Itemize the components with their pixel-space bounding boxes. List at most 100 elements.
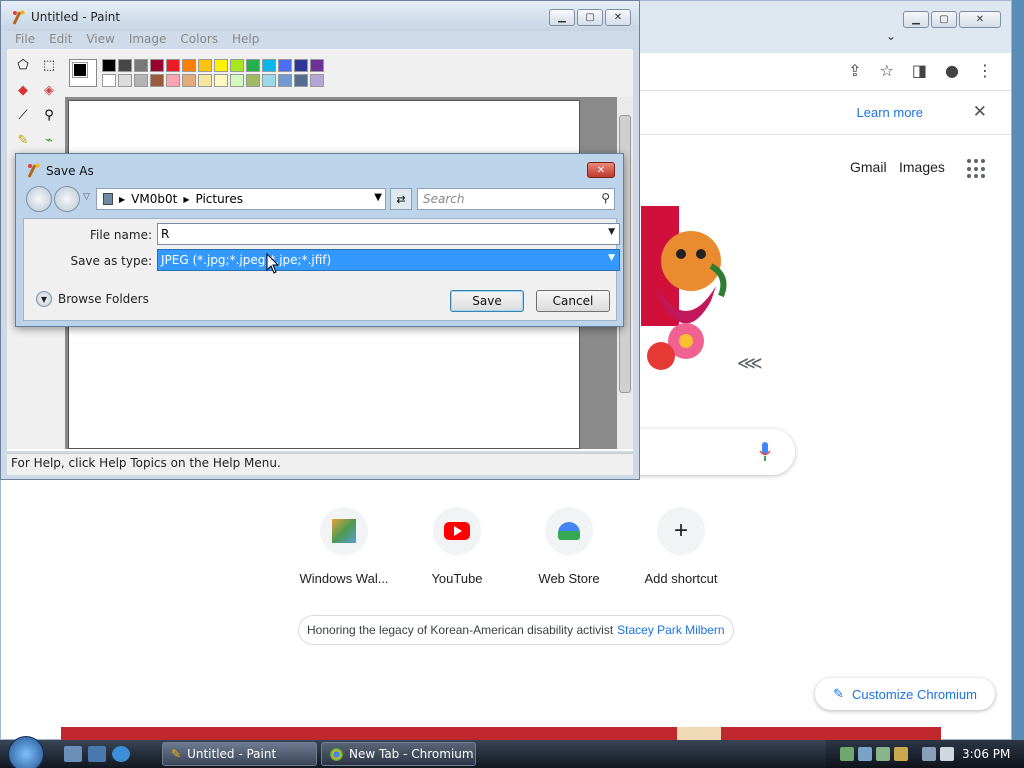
shortcut-youtube[interactable]: YouTube (402, 507, 512, 586)
clock[interactable]: 3:06 PM (962, 747, 1010, 761)
doodle-caption-link[interactable]: Stacey Park Milbern (617, 623, 724, 637)
profile-avatar-icon[interactable]: ● (945, 61, 959, 80)
doodle-share-icon[interactable]: ⋘ (737, 353, 763, 374)
pencil-icon[interactable]: ✎ (13, 130, 33, 150)
palette-swatch[interactable] (230, 59, 244, 72)
paint-maximize-button[interactable]: ▢ (577, 9, 603, 26)
palette-swatch[interactable] (310, 59, 324, 72)
magnifier-icon[interactable]: ⚲ (39, 105, 59, 125)
palette-swatch[interactable] (102, 74, 116, 87)
palette-swatch[interactable] (246, 74, 260, 87)
share-page-icon[interactable]: ⇪ (848, 61, 861, 80)
save-type-dropdown-icon[interactable]: ▼ (608, 253, 615, 263)
chromium-minimize-button[interactable]: ▁ (903, 11, 929, 28)
learn-more-link[interactable]: Learn more (857, 105, 923, 120)
palette-swatch[interactable] (214, 59, 228, 72)
tray-safely-remove-icon[interactable] (876, 747, 890, 761)
paint-close-button[interactable]: ✕ (605, 9, 631, 26)
rect-select-icon[interactable]: ⬚ (39, 55, 59, 75)
palette-swatch[interactable] (262, 59, 276, 72)
internet-explorer-icon[interactable] (112, 746, 130, 762)
palette-swatch[interactable] (230, 74, 244, 87)
tray-display-icon[interactable] (858, 747, 872, 761)
tray-monitor-icon[interactable] (922, 747, 936, 761)
chromium-close-button[interactable]: ✕ (959, 11, 1001, 28)
address-bar[interactable]: ▶ VM0b0t ▶ Pictures ▼ (96, 188, 386, 210)
palette-swatch[interactable] (102, 59, 116, 72)
address-dropdown-icon[interactable]: ▼ (374, 192, 382, 203)
customize-chromium-button[interactable]: ✎ Customize Chromium (815, 678, 995, 710)
tab-search-chevron-icon[interactable]: ⌄ (886, 29, 896, 43)
palette-swatch[interactable] (150, 74, 164, 87)
search-box[interactable] (637, 429, 795, 475)
breadcrumb-pictures[interactable]: Pictures (195, 192, 243, 206)
palette-swatch[interactable] (182, 74, 196, 87)
images-link[interactable]: Images (899, 159, 945, 175)
palette-swatch[interactable] (166, 74, 180, 87)
switch-windows-icon[interactable] (88, 746, 106, 762)
tray-volume-muted-icon[interactable] (940, 747, 954, 761)
eraser-icon[interactable]: ◆ (13, 80, 33, 100)
menu-edit[interactable]: Edit (49, 31, 72, 49)
gmail-link[interactable]: Gmail (850, 159, 887, 175)
brush-icon[interactable]: ⌁ (39, 130, 59, 150)
browse-folders-toggle[interactable]: ▼ Browse Folders (36, 291, 149, 307)
menu-colors[interactable]: Colors (180, 31, 218, 49)
free-select-icon[interactable]: ⬠ (13, 55, 33, 75)
palette-swatch[interactable] (294, 74, 308, 87)
palette-swatch[interactable] (118, 59, 132, 72)
palette-swatch[interactable] (134, 59, 148, 72)
palette-swatch[interactable] (262, 74, 276, 87)
menu-kebab-icon[interactable]: ⋮ (977, 61, 993, 80)
file-name-input[interactable]: R ▼ (157, 223, 620, 245)
palette-swatch[interactable] (118, 74, 132, 87)
palette-swatch[interactable] (198, 74, 212, 87)
palette-swatch[interactable] (166, 59, 180, 72)
recent-pages-chevron-icon[interactable]: ▽ (83, 192, 90, 202)
refresh-icon[interactable]: ⇄ (390, 188, 412, 210)
palette-swatch[interactable] (214, 74, 228, 87)
palette-swatch[interactable] (198, 59, 212, 72)
color-picker-icon[interactable]: ⟋ (13, 105, 33, 125)
save-type-select[interactable]: JPEG (*.jpg;*.jpeg;*.jpe;*.jfif) ▼ (157, 249, 620, 271)
start-button[interactable] (8, 736, 44, 768)
shortcut-add[interactable]: + Add shortcut (626, 507, 736, 586)
infobar-close-icon[interactable]: ✕ (973, 102, 987, 122)
breadcrumb-vm0b0t[interactable]: VM0b0t (131, 192, 177, 206)
palette-swatch[interactable] (182, 59, 196, 72)
doodle-tiger-image[interactable] (641, 206, 731, 381)
bookmark-star-icon[interactable]: ☆ (880, 61, 894, 80)
file-name-dropdown-icon[interactable]: ▼ (608, 227, 615, 237)
forward-button[interactable] (54, 186, 80, 212)
paint-minimize-button[interactable]: ▁ (549, 9, 575, 26)
cancel-button[interactable]: Cancel (536, 290, 610, 312)
voice-search-mic-icon[interactable] (759, 442, 771, 462)
fill-bucket-icon[interactable]: ◈ (39, 80, 59, 100)
palette-swatch[interactable] (134, 74, 148, 87)
shortcut-web-store[interactable]: Web Store (514, 507, 624, 586)
shortcut-windows-wallpaper[interactable]: Windows Wal... (289, 507, 399, 586)
palette-swatch[interactable] (310, 74, 324, 87)
dialog-close-button[interactable]: ✕ (587, 162, 615, 178)
menu-image[interactable]: Image (129, 31, 167, 49)
show-desktop-icon[interactable] (64, 746, 82, 762)
current-colors[interactable] (69, 59, 97, 87)
palette-swatch[interactable] (246, 59, 260, 72)
taskbar-paint[interactable]: ✎ Untitled - Paint (162, 742, 317, 766)
tray-network-icon[interactable] (840, 747, 854, 761)
save-button[interactable]: Save (450, 290, 524, 312)
palette-swatch[interactable] (150, 59, 164, 72)
menu-file[interactable]: File (15, 31, 35, 49)
menu-view[interactable]: View (86, 31, 114, 49)
search-field[interactable]: Search ⚲ (417, 188, 615, 210)
back-button[interactable] (26, 186, 52, 212)
palette-swatch[interactable] (294, 59, 308, 72)
google-apps-icon[interactable] (967, 159, 987, 179)
side-panel-icon[interactable]: ◨ (912, 61, 927, 80)
taskbar-chromium[interactable]: New Tab - Chromium (321, 742, 476, 766)
palette-swatch[interactable] (278, 74, 292, 87)
palette-swatch[interactable] (278, 59, 292, 72)
menu-help[interactable]: Help (232, 31, 259, 49)
tray-battery-icon[interactable] (894, 747, 908, 761)
chromium-maximize-button[interactable]: ▢ (931, 11, 957, 28)
